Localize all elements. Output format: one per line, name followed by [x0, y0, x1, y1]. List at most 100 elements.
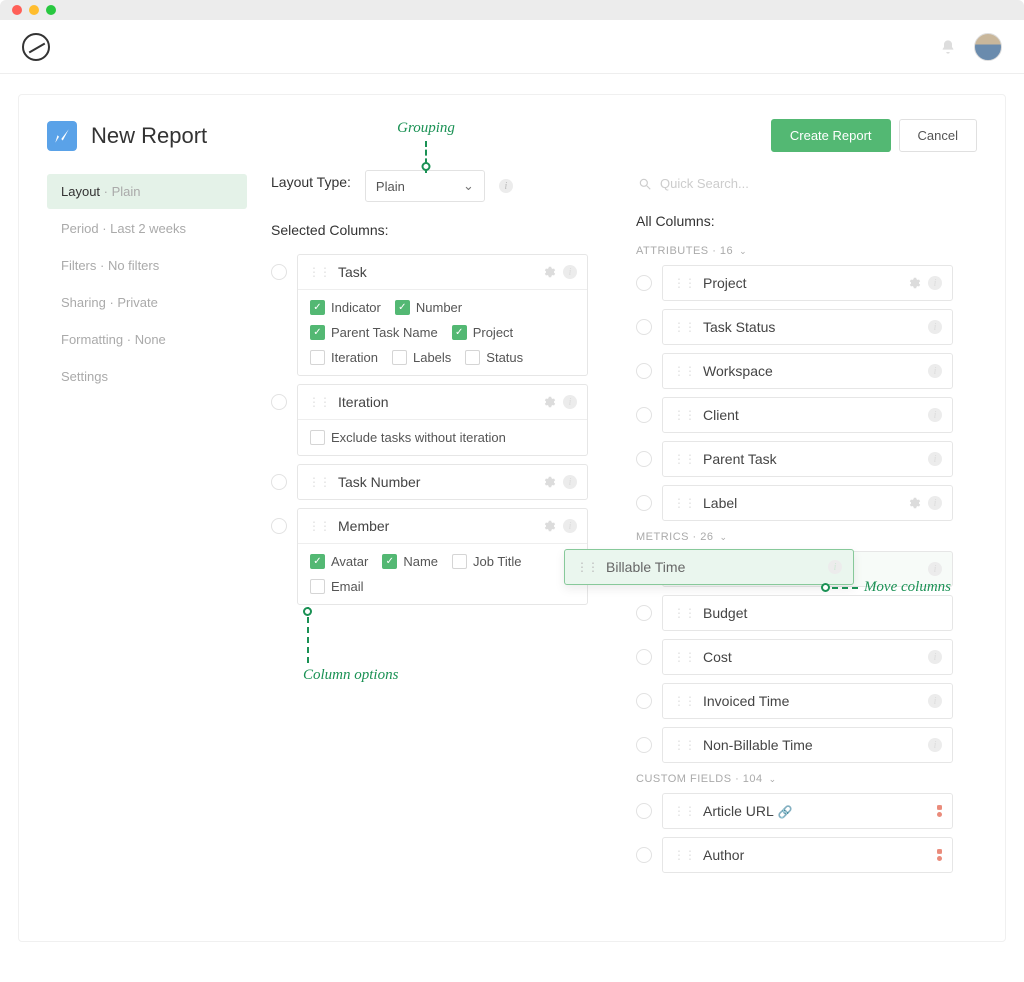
minimize-dot[interactable]: [29, 5, 39, 15]
available-column-card[interactable]: ⋮⋮ Billable Time i: [662, 551, 953, 587]
drag-handle[interactable]: ⋮⋮: [308, 475, 330, 489]
gear-icon[interactable]: [908, 276, 922, 290]
gear-icon[interactable]: [543, 519, 557, 533]
group-radio[interactable]: [271, 518, 287, 534]
zoom-dot[interactable]: [46, 5, 56, 15]
available-column-card[interactable]: ⋮⋮ Invoiced Time i: [662, 683, 953, 719]
gear-icon[interactable]: [543, 395, 557, 409]
column-group-header[interactable]: METRICS · 26 ⌄: [636, 531, 953, 543]
drag-handle[interactable]: ⋮⋮: [673, 364, 695, 378]
group-radio[interactable]: [636, 363, 652, 379]
sidebar-item-layout[interactable]: Layout · Plain: [47, 174, 247, 209]
app-logo[interactable]: [22, 33, 50, 61]
column-group-header[interactable]: ATTRIBUTES · 16 ⌄: [636, 245, 953, 257]
selected-column-card[interactable]: ⋮⋮ Task i IndicatorNumberParent Task Nam…: [297, 254, 588, 376]
gear-icon[interactable]: [543, 475, 557, 489]
available-column-card[interactable]: ⋮⋮ Client i: [662, 397, 953, 433]
info-icon[interactable]: i: [499, 179, 513, 193]
info-icon[interactable]: i: [563, 475, 577, 489]
column-group-header[interactable]: CUSTOM FIELDS · 104 ⌄: [636, 773, 953, 785]
option-checkbox[interactable]: Labels: [392, 350, 451, 365]
user-avatar[interactable]: [974, 33, 1002, 61]
group-radio[interactable]: [636, 275, 652, 291]
option-checkbox[interactable]: Email: [310, 579, 364, 594]
info-icon[interactable]: i: [928, 650, 942, 664]
selected-column-card[interactable]: ⋮⋮ Task Number i: [297, 464, 588, 500]
group-radio[interactable]: [636, 737, 652, 753]
available-column-card[interactable]: ⋮⋮ Project i: [662, 265, 953, 301]
sidebar-item-settings[interactable]: Settings: [47, 359, 247, 394]
selected-column-card[interactable]: ⋮⋮ Iteration i Exclude tasks without ite…: [297, 384, 588, 456]
group-radio[interactable]: [636, 803, 652, 819]
info-icon[interactable]: i: [928, 496, 942, 510]
group-radio[interactable]: [636, 451, 652, 467]
drag-handle[interactable]: ⋮⋮: [673, 408, 695, 422]
sidebar-item-filters[interactable]: Filters · No filters: [47, 248, 247, 283]
info-icon[interactable]: i: [563, 519, 577, 533]
info-icon[interactable]: i: [563, 395, 577, 409]
sidebar-item-period[interactable]: Period · Last 2 weeks: [47, 211, 247, 246]
gear-icon[interactable]: [908, 496, 922, 510]
layout-type-select[interactable]: Plain ⌄: [365, 170, 485, 202]
option-checkbox[interactable]: Indicator: [310, 300, 381, 315]
drag-handle[interactable]: ⋮⋮: [673, 694, 695, 708]
option-checkbox[interactable]: Exclude tasks without iteration: [310, 430, 506, 445]
group-radio[interactable]: [636, 407, 652, 423]
option-checkbox[interactable]: Name: [382, 554, 438, 569]
notifications-icon[interactable]: [940, 39, 956, 55]
available-column-card[interactable]: ⋮⋮ Label i: [662, 485, 953, 521]
info-icon[interactable]: i: [928, 364, 942, 378]
sidebar-item-sharing[interactable]: Sharing · Private: [47, 285, 247, 320]
available-column-card[interactable]: ⋮⋮ Budget: [662, 595, 953, 631]
group-radio[interactable]: [636, 649, 652, 665]
available-column-card[interactable]: ⋮⋮ Parent Task i: [662, 441, 953, 477]
cancel-button[interactable]: Cancel: [899, 119, 977, 152]
group-radio[interactable]: [636, 693, 652, 709]
drag-handle[interactable]: ⋮⋮: [308, 265, 330, 279]
drag-handle[interactable]: ⋮⋮: [673, 804, 695, 818]
drag-handle[interactable]: ⋮⋮: [673, 276, 695, 290]
group-radio[interactable]: [271, 474, 287, 490]
available-column-card[interactable]: ⋮⋮ Workspace i: [662, 353, 953, 389]
gear-icon[interactable]: [543, 265, 557, 279]
option-checkbox[interactable]: Job Title: [452, 554, 521, 569]
quick-search-input[interactable]: [660, 176, 951, 191]
group-radio[interactable]: [636, 605, 652, 621]
group-radio[interactable]: [636, 561, 652, 577]
available-column-card[interactable]: ⋮⋮ Author: [662, 837, 953, 873]
group-radio[interactable]: [636, 847, 652, 863]
available-column-card[interactable]: ⋮⋮ Non-Billable Time i: [662, 727, 953, 763]
option-checkbox[interactable]: Project: [452, 325, 513, 340]
option-checkbox[interactable]: Iteration: [310, 350, 378, 365]
info-icon[interactable]: i: [928, 276, 942, 290]
group-radio[interactable]: [636, 319, 652, 335]
close-dot[interactable]: [12, 5, 22, 15]
sidebar-item-formatting[interactable]: Formatting · None: [47, 322, 247, 357]
drag-handle[interactable]: ⋮⋮: [673, 606, 695, 620]
option-checkbox[interactable]: Number: [395, 300, 462, 315]
group-radio[interactable]: [271, 394, 287, 410]
group-radio[interactable]: [636, 495, 652, 511]
selected-column-card[interactable]: ⋮⋮ Member i AvatarNameJob TitleEmail: [297, 508, 588, 605]
info-icon[interactable]: i: [928, 738, 942, 752]
info-icon[interactable]: i: [928, 694, 942, 708]
drag-handle[interactable]: ⋮⋮: [673, 496, 695, 510]
drag-handle[interactable]: ⋮⋮: [308, 395, 330, 409]
drag-handle[interactable]: ⋮⋮: [673, 320, 695, 334]
info-icon[interactable]: i: [928, 562, 942, 576]
option-checkbox[interactable]: Parent Task Name: [310, 325, 438, 340]
info-icon[interactable]: i: [563, 265, 577, 279]
available-column-card[interactable]: ⋮⋮ Article URL🔗: [662, 793, 953, 829]
option-checkbox[interactable]: Avatar: [310, 554, 368, 569]
available-column-card[interactable]: ⋮⋮ Cost i: [662, 639, 953, 675]
drag-handle[interactable]: ⋮⋮: [673, 738, 695, 752]
option-checkbox[interactable]: Status: [465, 350, 523, 365]
drag-handle[interactable]: ⋮⋮: [673, 452, 695, 466]
drag-handle[interactable]: ⋮⋮: [673, 650, 695, 664]
drag-handle[interactable]: ⋮⋮: [308, 519, 330, 533]
info-icon[interactable]: i: [928, 408, 942, 422]
drag-handle[interactable]: ⋮⋮: [673, 848, 695, 862]
drag-handle[interactable]: ⋮⋮: [673, 562, 695, 576]
info-icon[interactable]: i: [928, 452, 942, 466]
available-column-card[interactable]: ⋮⋮ Task Status i: [662, 309, 953, 345]
